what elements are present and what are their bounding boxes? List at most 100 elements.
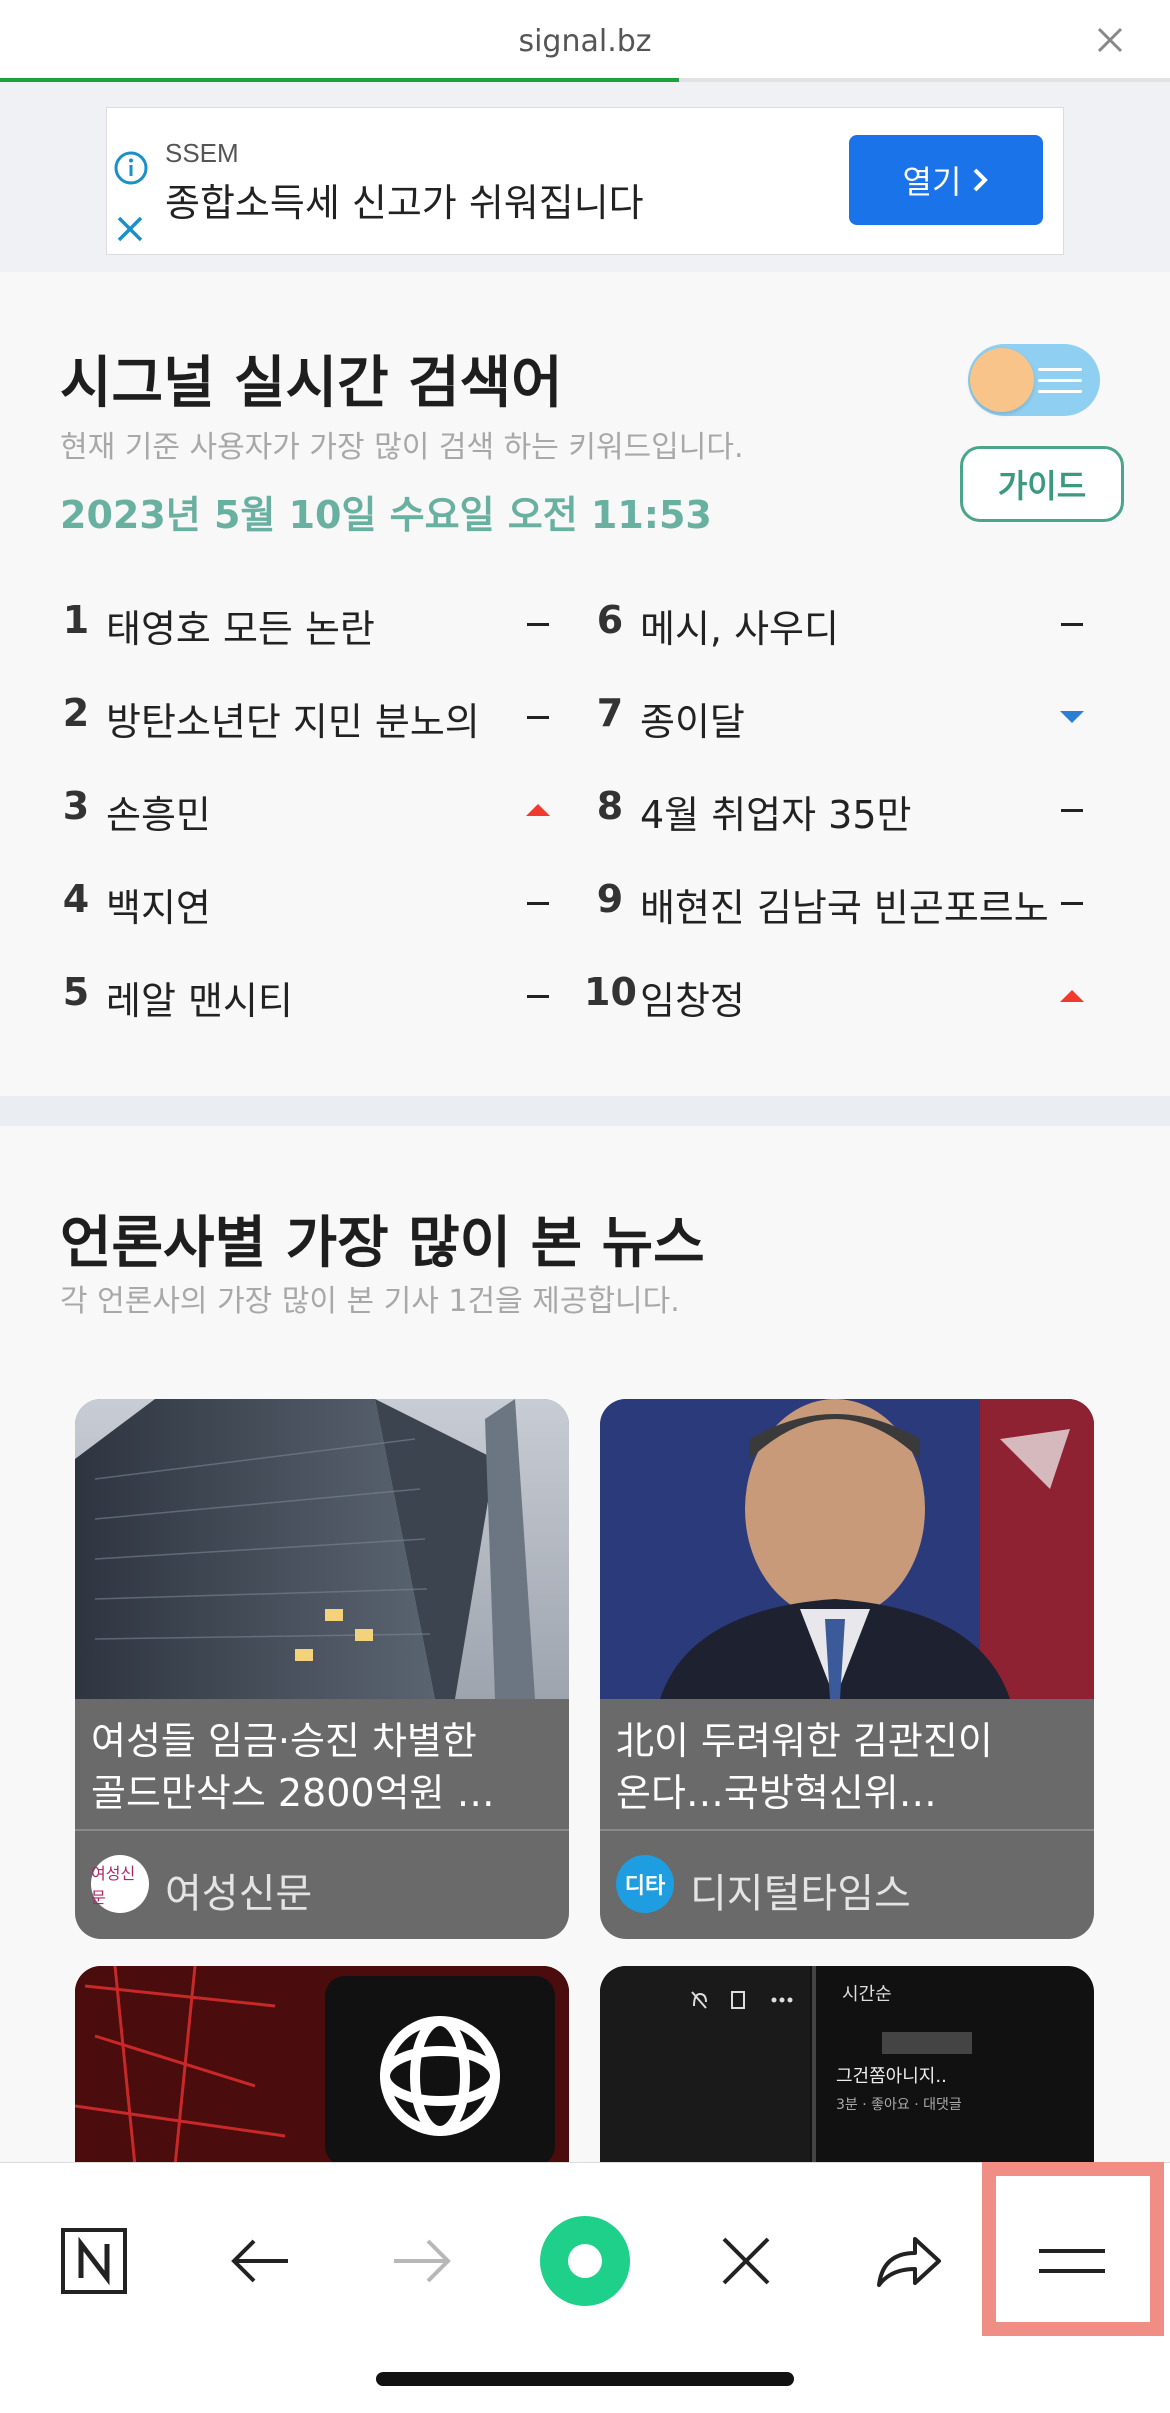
ad-headline[interactable]: 종합소득세 신고가 쉬워집니다 bbox=[165, 172, 644, 227]
back-arrow-icon bbox=[231, 2239, 288, 2283]
rank-number: 5 bbox=[62, 970, 90, 1014]
rank-number: 4 bbox=[62, 877, 90, 921]
rank-keyword[interactable]: 방탄소년단 지민 분노의 bbox=[106, 691, 526, 746]
realtime-title: 시그널 실시간 검색어 bbox=[60, 351, 563, 416]
rank-item[interactable]: 2 방탄소년단 지민 분노의 bbox=[50, 669, 590, 762]
news-photo-skyscraper bbox=[75, 1399, 569, 1699]
rank-item[interactable]: 7 종이달 bbox=[584, 669, 1124, 762]
rank-keyword[interactable]: 메시, 사우디 bbox=[640, 598, 1060, 653]
ad-banner-area: SSEM 종합소득세 신고가 쉬워집니다 열기 bbox=[0, 82, 1170, 272]
news-card-partial[interactable] bbox=[75, 1966, 569, 2166]
n-logo-button[interactable] bbox=[44, 2211, 144, 2311]
ad-open-button[interactable]: 열기 bbox=[849, 135, 1043, 225]
card-separator bbox=[600, 1829, 1094, 1831]
url-text[interactable]: signal.bz bbox=[0, 24, 1170, 59]
ad-close-icon[interactable] bbox=[115, 214, 145, 244]
rank-keyword[interactable]: 배현진 김남국 빈곤포르노 bbox=[640, 877, 1060, 932]
news-headline: 北이 두려워한 김관진이 온다…국방혁신위… bbox=[616, 1715, 1082, 1819]
url-bar[interactable]: signal.bz bbox=[0, 0, 1170, 80]
toggle-lines bbox=[1038, 368, 1082, 401]
preview-comment-meta: 3분 · 좋아요 · 대댓글 bbox=[836, 2097, 962, 2113]
source-logo: 디타 bbox=[616, 1855, 674, 1913]
trend-same-icon bbox=[527, 995, 549, 998]
headline-line-1: 北이 두려워한 김관진이 bbox=[616, 1719, 993, 1763]
headline-line-1: 여성들 임금·승진 차별한 bbox=[91, 1719, 477, 1763]
rank-keyword[interactable]: 백지연 bbox=[106, 877, 526, 932]
chevron-right-icon bbox=[974, 168, 989, 192]
rank-item[interactable]: 3 손흥민 bbox=[50, 762, 590, 855]
preview-blurred-name bbox=[882, 2032, 972, 2054]
headline-line-2: 온다…국방혁신위… bbox=[616, 1771, 937, 1815]
view-mode-toggle[interactable] bbox=[968, 344, 1100, 416]
rank-number: 1 bbox=[62, 598, 90, 642]
trend-same-icon bbox=[1061, 809, 1083, 812]
back-button[interactable] bbox=[210, 2211, 310, 2311]
preview-left-pane bbox=[600, 1966, 810, 2166]
rank-item[interactable]: 9 배현진 김남국 빈곤포르노 bbox=[584, 855, 1124, 948]
rank-item[interactable]: 4 백지연 bbox=[50, 855, 590, 948]
preview-toolbar-icons bbox=[691, 1991, 793, 2009]
news-section: 언론사별 가장 많이 본 뉴스 각 언론사의 가장 많이 본 기사 1건을 제공… bbox=[0, 1126, 1170, 2166]
guide-button[interactable]: 가이드 bbox=[960, 446, 1124, 522]
trend-down-icon bbox=[1060, 711, 1084, 723]
info-icon[interactable] bbox=[113, 150, 149, 186]
trend-same-icon bbox=[1061, 623, 1083, 626]
rank-keyword[interactable]: 태영호 모든 논란 bbox=[106, 598, 526, 653]
rank-keyword[interactable]: 4월 취업자 35만 bbox=[640, 784, 1060, 839]
rank-number: 9 bbox=[596, 877, 624, 921]
news-card[interactable]: 여성들 임금·승진 차별한 골드만삭스 2800억원 … 여성신문 여성신문 bbox=[75, 1399, 569, 1939]
home-circle-icon bbox=[540, 2216, 630, 2306]
rank-list-right: 6 메시, 사우디 7 종이달 8 4월 취업자 35만 9 배현진 김남국 빈곤포르노 10 임… bbox=[584, 576, 1124, 1041]
rank-item[interactable]: 1 태영호 모든 논란 bbox=[50, 576, 590, 669]
section-divider bbox=[0, 1096, 1170, 1126]
news-card-partial[interactable]: 시간순 그건쫌아니지.. 3분 · 좋아요 · 대댓글 bbox=[600, 1966, 1094, 2166]
card-separator bbox=[75, 1829, 569, 1831]
rank-keyword[interactable]: 임창정 bbox=[640, 970, 1060, 1025]
source-name: 디지털타임스 bbox=[690, 1871, 911, 1917]
share-button[interactable] bbox=[858, 2211, 958, 2311]
rank-number: 2 bbox=[62, 691, 90, 735]
rank-number: 10 bbox=[584, 970, 637, 1014]
trend-same-icon bbox=[527, 902, 549, 905]
close-icon[interactable] bbox=[1094, 24, 1126, 56]
ad-banner[interactable]: SSEM 종합소득세 신고가 쉬워집니다 열기 bbox=[106, 107, 1064, 255]
preview-comment-text: 그건쫌아니지.. bbox=[836, 2066, 947, 2087]
trend-up-icon bbox=[1060, 990, 1084, 1002]
rank-number: 6 bbox=[596, 598, 624, 642]
trend-same-icon bbox=[1061, 902, 1083, 905]
news-subtitle: 각 언론사의 가장 많이 본 기사 1건을 제공합니다. bbox=[60, 1284, 680, 1319]
rank-item[interactable]: 5 레알 맨시티 bbox=[50, 948, 590, 1041]
headline-line-2: 골드만삭스 2800억원 … bbox=[91, 1771, 495, 1815]
home-indicator[interactable] bbox=[376, 2372, 794, 2386]
ad-brand: SSEM bbox=[165, 138, 239, 168]
rank-item[interactable]: 6 메시, 사우디 bbox=[584, 576, 1124, 669]
n-logo-icon bbox=[61, 2228, 127, 2294]
rank-number: 8 bbox=[596, 784, 624, 828]
realtime-datetime: 2023년 5월 10일 수요일 오전 11:53 bbox=[60, 493, 712, 537]
rank-keyword[interactable]: 종이달 bbox=[640, 691, 1060, 746]
rank-number: 7 bbox=[596, 691, 624, 735]
rank-number: 3 bbox=[62, 784, 90, 828]
forward-arrow-icon bbox=[394, 2239, 451, 2283]
news-photo-openai bbox=[75, 1966, 569, 2166]
trend-up-icon bbox=[526, 804, 550, 816]
close-tab-button[interactable] bbox=[696, 2211, 796, 2311]
rank-keyword[interactable]: 레알 맨시티 bbox=[106, 970, 526, 1025]
rank-item[interactable]: 10 임창정 bbox=[584, 948, 1124, 1041]
share-icon bbox=[877, 2237, 941, 2287]
realtime-subtitle: 현재 기준 사용자가 가장 많이 검색 하는 키워드입니다. bbox=[60, 430, 744, 465]
news-title: 언론사별 가장 많이 본 뉴스 bbox=[60, 1211, 705, 1276]
source-logo: 여성신문 bbox=[91, 1855, 149, 1913]
trend-same-icon bbox=[527, 716, 549, 719]
news-card[interactable]: 北이 두려워한 김관진이 온다…국방혁신위… 디타 디지털타임스 bbox=[600, 1399, 1094, 1939]
rank-keyword[interactable]: 손흥민 bbox=[106, 784, 526, 839]
home-button[interactable] bbox=[535, 2211, 635, 2311]
realtime-search-section: 시그널 실시간 검색어 현재 기준 사용자가 가장 많이 검색 하는 키워드입니… bbox=[0, 272, 1170, 1096]
rank-item[interactable]: 8 4월 취업자 35만 bbox=[584, 762, 1124, 855]
source-name: 여성신문 bbox=[165, 1871, 313, 1917]
toggle-knob bbox=[970, 348, 1034, 412]
news-photo-portrait bbox=[600, 1399, 1094, 1699]
forward-button[interactable] bbox=[372, 2211, 472, 2311]
preview-sort-label: 시간순 bbox=[842, 1984, 892, 2005]
trend-same-icon bbox=[527, 623, 549, 626]
